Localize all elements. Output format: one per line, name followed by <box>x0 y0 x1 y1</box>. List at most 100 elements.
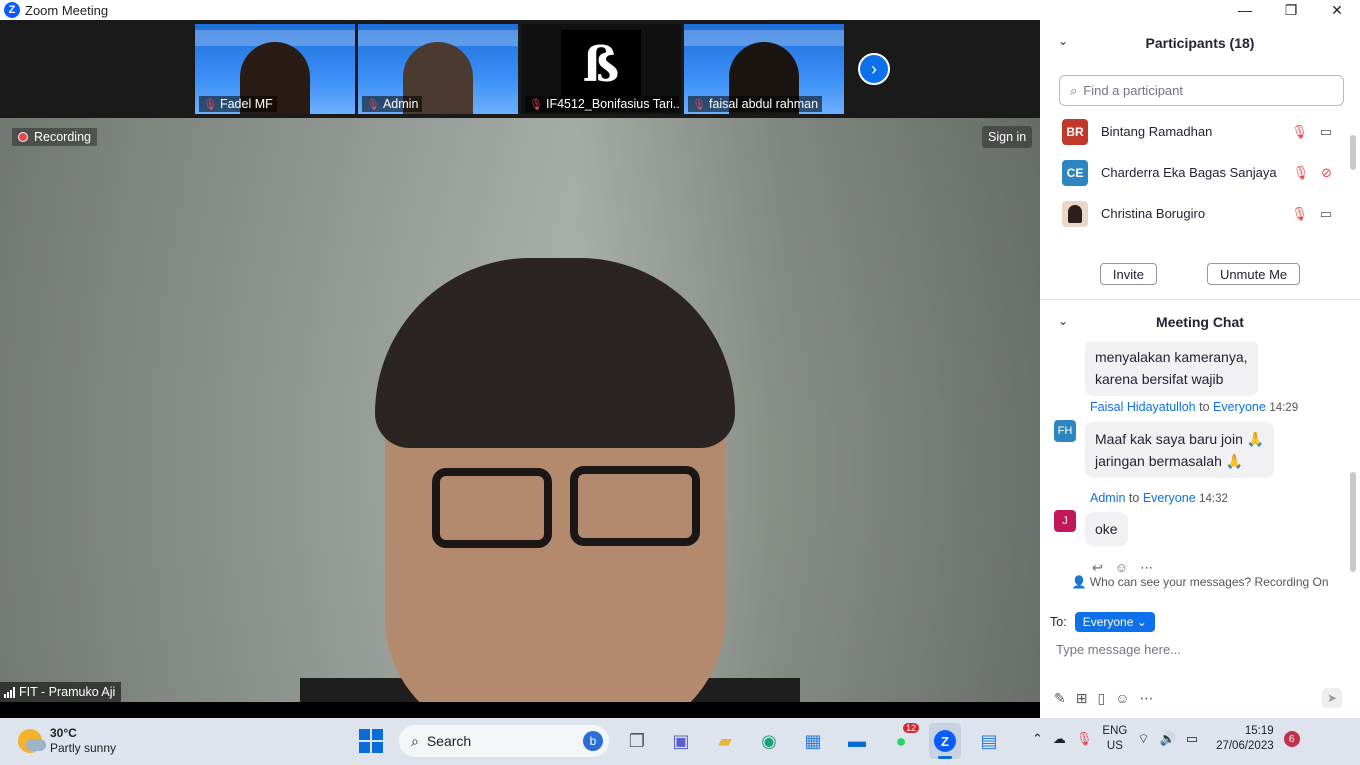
battery-icon[interactable]: ▭ <box>1186 731 1198 747</box>
participant-thumbnail[interactable]: ß 🎙 IF4512_Bonifasius Tari... <box>521 24 681 114</box>
language-code: ENG <box>1102 725 1128 737</box>
language-indicator[interactable]: ENG US <box>1102 724 1127 754</box>
taskbar-search[interactable]: ⌕ Search b <box>399 725 609 757</box>
title-bar: Z Zoom Meeting — ❐ ✕ <box>0 0 1360 20</box>
chat-message-list: menyalakan kameranya, karena bersifat wa… <box>1040 342 1350 572</box>
participant-row[interactable]: CE Charderra Eka Bagas Sanjaya 🎙 ⊘ <box>1040 152 1350 193</box>
participant-row[interactable]: Christina Borugiro 🎙 ▭ <box>1040 193 1350 234</box>
file-icon[interactable]: ▯ <box>1097 690 1105 707</box>
chat-scrollbar[interactable] <box>1350 472 1356 572</box>
participant-thumbnail[interactable]: 🎙 faisal abdul rahman <box>684 24 844 114</box>
emoji-icon[interactable]: ☺ <box>1115 690 1129 707</box>
minimize-button[interactable]: — <box>1222 0 1268 20</box>
maximize-button[interactable]: ❐ <box>1268 0 1314 20</box>
recipient-name: Everyone <box>1213 400 1266 414</box>
unmute-me-button[interactable]: Unmute Me <box>1206 263 1301 285</box>
chevron-down-icon: ⌄ <box>1136 615 1147 629</box>
system-tray: ⌃ ☁ 🎙 ENG US ⌔ 🔊 ▭ 15:19 27/06/2023 6 <box>1032 724 1300 754</box>
right-sidebar: ⌄ Participants (18) ⌕ Find a participant… <box>1040 20 1360 718</box>
weather-widget[interactable]: 30°C Partly sunny <box>18 726 116 756</box>
active-speaker-video: Recording Sign in FIT - Pramuko Aji <box>0 118 1040 702</box>
participant-search-input[interactable]: ⌕ Find a participant <box>1059 75 1344 106</box>
message-header: Admin to Everyone 14:32 <box>1090 491 1228 505</box>
search-label: Search <box>426 733 472 749</box>
chevron-down-icon[interactable]: ⌄ <box>1058 34 1068 48</box>
next-page-button[interactable]: › <box>858 53 890 85</box>
message-visibility-note[interactable]: 👤 Who can see your messages? Recording O… <box>1040 575 1360 589</box>
screenshot-icon[interactable]: ⊞ <box>1076 690 1088 707</box>
emoji-reaction-icon[interactable]: ☺ <box>1115 560 1128 572</box>
message-time: 14:32 <box>1199 493 1228 505</box>
mic-muted-icon: 🎙 <box>1292 164 1310 180</box>
zoom-taskbar-icon[interactable]: Z <box>929 723 961 759</box>
video-camera-icon: ▭ <box>1319 205 1332 221</box>
chevron-down-icon[interactable]: ⌄ <box>1058 314 1068 328</box>
chat-header: ⌄ Meeting Chat <box>1040 302 1360 342</box>
partly-sunny-icon <box>18 729 46 753</box>
mic-muted-icon: 🎙 <box>1291 123 1308 139</box>
participant-thumbnail[interactable]: 🎙 Fadel MF <box>195 24 355 114</box>
sign-in-button[interactable]: Sign in <box>982 126 1033 148</box>
windows-icon <box>359 729 383 753</box>
sender-name[interactable]: Admin <box>1090 491 1125 505</box>
message-time: 14:29 <box>1269 402 1299 414</box>
whatsapp-icon[interactable]: ● 12 <box>885 723 919 759</box>
microphone-icon[interactable]: 🎙 <box>1076 731 1093 747</box>
notepad-icon[interactable]: ▤ <box>973 723 1005 759</box>
region-code: US <box>1106 740 1123 752</box>
teams-chat-icon[interactable]: ▣ <box>665 723 697 759</box>
start-button[interactable] <box>355 723 387 759</box>
chat-title: Meeting Chat <box>1156 314 1244 330</box>
chevron-up-icon[interactable]: ⌃ <box>1032 731 1043 747</box>
to-word: to <box>1199 400 1210 414</box>
video-stage: 🎙 Fadel MF 🎙 Admin ß 🎙 IF4512_Bonifasius Ta… <box>0 20 1040 702</box>
participants-scrollbar[interactable] <box>1350 135 1356 170</box>
send-button[interactable]: ➤ <box>1322 688 1342 708</box>
recipient-dropdown[interactable]: Everyone ⌄ <box>1074 612 1155 632</box>
video-off-icon: ⊘ <box>1321 164 1332 180</box>
cloud-status-icon[interactable]: ☁ <box>1053 731 1066 747</box>
volume-icon[interactable]: 🔊 <box>1160 731 1176 747</box>
mic-muted-icon: 🎙 <box>1291 205 1308 221</box>
chat-message-bubble: menyalakan kameranya, karena bersifat wa… <box>1085 342 1258 396</box>
thumbnail-strip: 🎙 Fadel MF 🎙 Admin ß 🎙 IF4512_Bonifasius Ta… <box>0 20 1040 118</box>
chat-toolbar: ✎ ⊞ ▯ ☺ ⋯ <box>1054 690 1153 707</box>
zoom-logo-icon: Z <box>4 2 20 18</box>
visibility-text: Who can see your messages? Recording On <box>1089 575 1329 589</box>
participant-thumbnail[interactable]: 🎙 Admin <box>358 24 518 114</box>
more-options-icon[interactable]: ⋯ <box>1140 560 1153 572</box>
speaker-name-tag: FIT - Pramuko Aji <box>0 682 122 702</box>
invite-button[interactable]: Invite <box>1099 263 1157 285</box>
more-icon[interactable]: ⋯ <box>1139 690 1153 707</box>
microsoft-store-icon[interactable]: ▦ <box>797 723 829 759</box>
close-button[interactable]: ✕ <box>1314 0 1360 20</box>
person-lock-icon: 👤 <box>1071 575 1087 589</box>
signal-strength-icon <box>4 686 15 698</box>
participant-logo-image: ß <box>561 30 641 100</box>
window-title: Zoom Meeting <box>25 2 109 18</box>
message-line: karena bersifat wajib <box>1095 371 1224 387</box>
participant-row[interactable]: BR Bintang Ramadhan 🎙 ▭ <box>1040 111 1350 152</box>
chat-message-input[interactable]: Type message here... <box>1056 642 1181 657</box>
file-explorer-icon[interactable]: ▰ <box>709 723 741 759</box>
bing-icon: b <box>583 731 603 751</box>
format-text-icon[interactable]: ✎ <box>1054 690 1066 707</box>
app-icon[interactable]: ▬ <box>841 723 873 759</box>
edge-browser-icon[interactable]: ◉ <box>753 723 785 759</box>
notification-center-icon[interactable]: 6 <box>1283 731 1300 747</box>
wifi-icon[interactable]: ⌔ <box>1137 731 1149 747</box>
recipient-name: Everyone <box>1142 491 1196 505</box>
clock[interactable]: 15:19 27/06/2023 <box>1216 724 1274 754</box>
reply-icon[interactable]: ↩ <box>1092 560 1103 572</box>
participant-name: Bintang Ramadhan <box>1101 124 1213 139</box>
message-line: menyalakan kameranya, <box>1095 349 1248 365</box>
recording-indicator[interactable]: Recording <box>12 128 97 146</box>
video-camera-icon: ▭ <box>1319 123 1332 139</box>
weather-temperature: 30°C <box>50 726 77 740</box>
avatar: CE <box>1062 159 1088 186</box>
participant-list: BR Bintang Ramadhan 🎙 ▭ CE Charderra Eka … <box>1040 111 1350 246</box>
thumbnail-name: Fadel MF <box>219 97 273 111</box>
thumbnail-name: IF4512_Bonifasius Tari... <box>545 97 679 111</box>
task-view-icon[interactable]: ❐ <box>621 723 653 759</box>
sender-name[interactable]: Faisal Hidayatulloh <box>1090 400 1196 414</box>
